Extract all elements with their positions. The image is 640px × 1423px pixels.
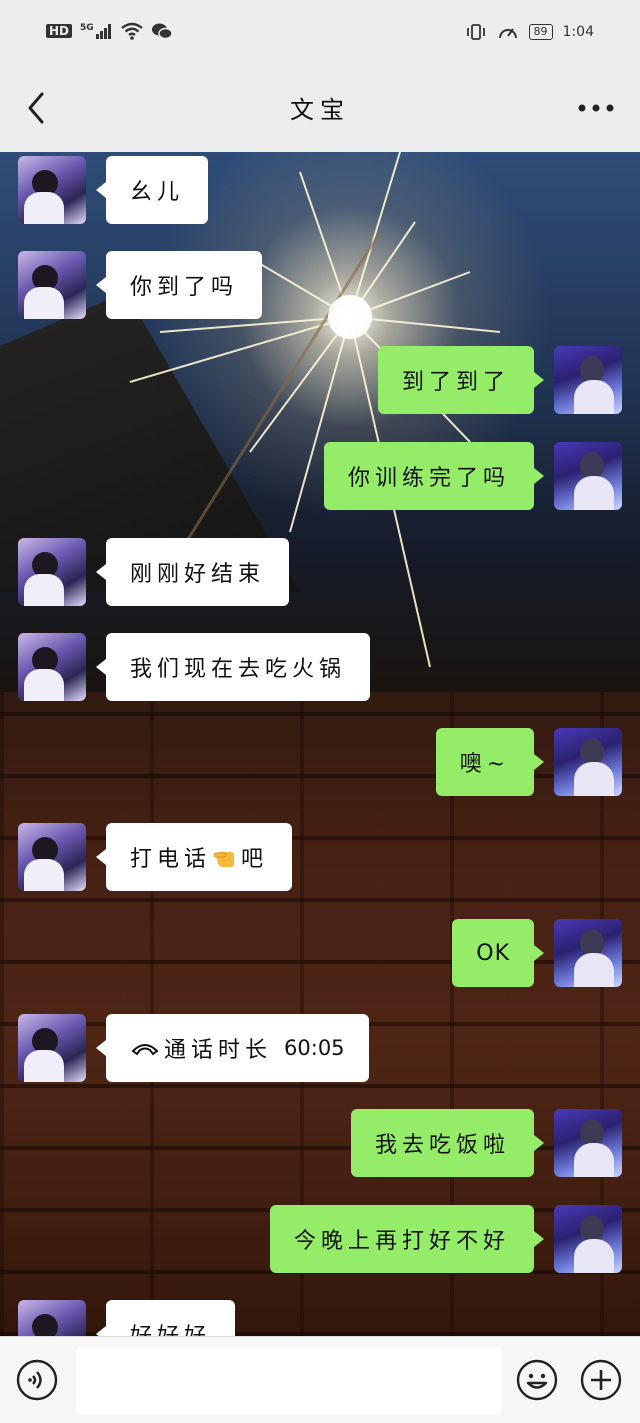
contact-avatar[interactable] xyxy=(18,538,86,606)
message-row: 通话时长 60:05 xyxy=(18,1014,369,1082)
contact-avatar[interactable] xyxy=(18,251,86,319)
message-row: 到了到了 xyxy=(377,346,622,414)
chat-header: 文宝 xyxy=(0,64,640,152)
contact-avatar[interactable] xyxy=(18,1014,86,1082)
message-row: 打电话 吧 xyxy=(18,823,293,891)
message-row: 刚刚好结束 xyxy=(18,538,290,606)
message-input[interactable] xyxy=(76,1347,502,1415)
status-left: HD 5G xyxy=(46,22,173,40)
message-row: 我去吃饭啦 xyxy=(350,1109,622,1177)
signal-icon xyxy=(95,24,111,39)
chat-area[interactable]: 幺儿 你到了吗 到了到了 你训练完了吗 刚刚好结束 我们现在去吃火锅 噢~ 打电… xyxy=(0,152,640,1336)
emoji-icon[interactable] xyxy=(516,1359,558,1401)
back-arrow-icon[interactable] xyxy=(20,88,60,128)
more-options-icon[interactable] xyxy=(576,90,616,126)
message-bubble-sent[interactable]: 到了到了 xyxy=(377,346,545,414)
message-row: 我们现在去吃火锅 xyxy=(18,633,371,701)
message-bubble-received[interactable]: 幺儿 xyxy=(95,156,209,224)
input-bar xyxy=(0,1336,640,1423)
message-bubble-received[interactable]: 打电话 吧 xyxy=(95,823,293,891)
message-bubble-sent[interactable]: OK xyxy=(452,919,544,987)
plus-icon[interactable] xyxy=(580,1359,622,1401)
wechat-icon xyxy=(151,23,173,40)
my-avatar[interactable] xyxy=(554,728,622,796)
chat-title: 文宝 xyxy=(290,96,350,124)
message-bubble-sent[interactable]: 噢~ xyxy=(435,728,545,796)
voice-input-icon[interactable] xyxy=(16,1359,58,1401)
contact-avatar[interactable] xyxy=(18,1300,86,1336)
my-avatar[interactable] xyxy=(554,919,622,987)
message-bubble-sent[interactable]: 今晚上再打好不好 xyxy=(269,1205,545,1273)
my-avatar[interactable] xyxy=(554,346,622,414)
my-avatar[interactable] xyxy=(554,1109,622,1177)
wifi-icon xyxy=(120,22,143,40)
message-row: 幺儿 xyxy=(18,156,209,224)
call-duration: 60:05 xyxy=(284,1036,345,1060)
message-row: 噢~ xyxy=(435,728,622,796)
contact-avatar[interactable] xyxy=(18,633,86,701)
call-label: 通话时长 xyxy=(164,1038,273,1063)
clock: 1:04 xyxy=(562,24,594,40)
call-record-bubble[interactable]: 通话时长 60:05 xyxy=(96,1014,369,1082)
message-row: 好好好 xyxy=(18,1300,236,1336)
message-bubble-sent[interactable]: 我去吃饭啦 xyxy=(350,1109,545,1177)
message-row: OK xyxy=(452,919,622,987)
hd-indicator: HD xyxy=(46,24,73,38)
vibrate-icon xyxy=(466,24,485,40)
message-row: 你训练完了吗 xyxy=(323,442,622,510)
message-bubble-received[interactable]: 刚刚好结束 xyxy=(95,538,290,606)
network-indicator: 5G xyxy=(80,23,113,39)
phone-hangup-icon xyxy=(131,1044,159,1056)
message-row: 今晚上再打好不好 xyxy=(269,1205,622,1273)
data-saver-icon xyxy=(498,28,517,39)
message-bubble-received[interactable]: 我们现在去吃火锅 xyxy=(95,633,371,701)
message-bubble-received[interactable]: 你到了吗 xyxy=(95,251,263,319)
status-right: 89 1:04 xyxy=(465,22,594,42)
message-bubble-sent[interactable]: 你训练完了吗 xyxy=(323,442,545,510)
battery-indicator: 89 xyxy=(528,24,553,40)
contact-avatar[interactable] xyxy=(18,156,86,224)
status-bar: HD 5G 89 1:04 xyxy=(0,0,640,64)
my-avatar[interactable] xyxy=(554,1205,622,1273)
network-label: 5G xyxy=(80,23,94,33)
my-avatar[interactable] xyxy=(554,442,622,510)
backhand-index-pointing-left-icon xyxy=(213,852,235,867)
message-bubble-received[interactable]: 好好好 xyxy=(95,1300,236,1336)
message-text: 打电话 xyxy=(130,847,212,872)
message-text: 吧 xyxy=(241,847,269,872)
contact-avatar[interactable] xyxy=(18,823,86,891)
message-row: 你到了吗 xyxy=(18,251,263,319)
